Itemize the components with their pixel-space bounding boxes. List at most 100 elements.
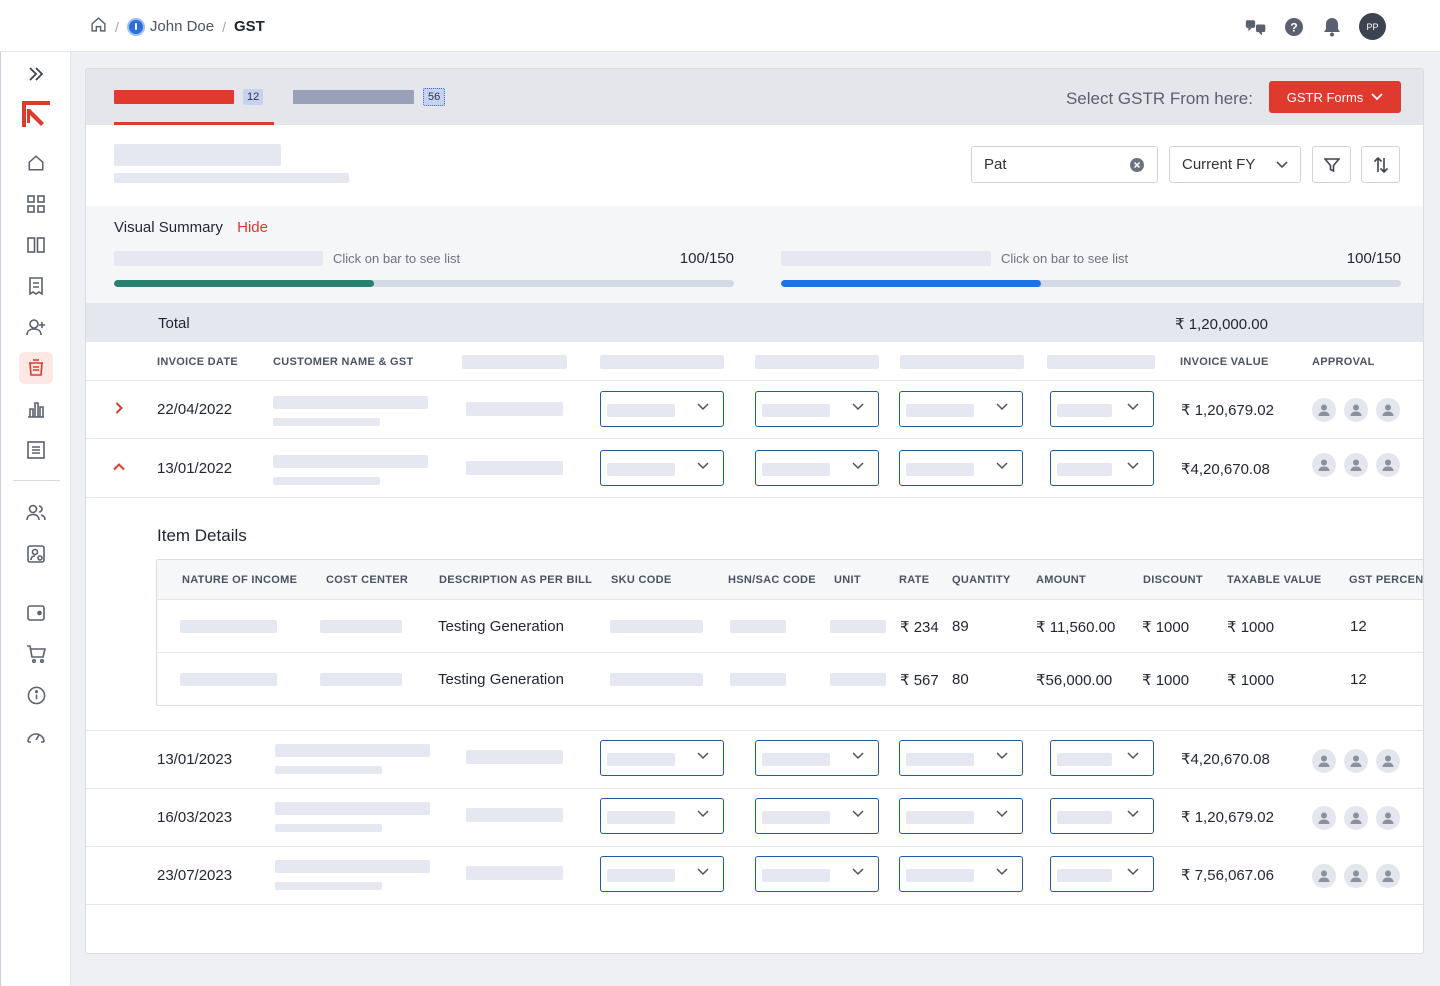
row-dropdown[interactable]: [755, 798, 879, 834]
row-dropdown[interactable]: [1050, 740, 1154, 776]
item-rate: ₹ 567: [900, 672, 939, 689]
dropdown-value-placeholder: [607, 811, 675, 824]
hide-summary-link[interactable]: Hide: [237, 219, 268, 236]
row-dropdown[interactable]: [1050, 391, 1154, 427]
approver-icon[interactable]: [1344, 806, 1368, 830]
cell-placeholder: [730, 673, 786, 686]
feedback-icon[interactable]: [1245, 16, 1267, 38]
expand-sidebar-icon[interactable]: [19, 58, 53, 90]
gst-icon[interactable]: [19, 352, 53, 384]
row-dropdown[interactable]: [755, 391, 879, 427]
row-dropdown[interactable]: [600, 450, 724, 486]
sort-button[interactable]: [1361, 146, 1400, 183]
approver-icon[interactable]: [1376, 864, 1400, 888]
approver-icon[interactable]: [1312, 864, 1336, 888]
tab-badge: 12: [243, 89, 264, 105]
breadcrumb-user[interactable]: John Doe: [150, 18, 214, 35]
bell-icon[interactable]: [1321, 16, 1343, 38]
row-dropdown[interactable]: [1050, 856, 1154, 892]
gstr-forms-button[interactable]: GSTR Forms: [1269, 81, 1401, 113]
table-row[interactable]: 23/07/2023 ₹ 7,56,067.06: [86, 847, 1423, 905]
row-dropdown[interactable]: [899, 450, 1023, 486]
logo-icon[interactable]: [19, 98, 53, 130]
chevron-right-icon[interactable]: [112, 401, 126, 415]
summary-progress-bar[interactable]: [781, 280, 1401, 287]
approver-icon[interactable]: [1312, 453, 1336, 477]
chevron-down-icon: [1276, 160, 1288, 168]
col-sku-code: SKU CODE: [611, 574, 672, 586]
dropdown-value-placeholder: [762, 811, 830, 824]
row-dropdown[interactable]: [600, 740, 724, 776]
col-invoice-date[interactable]: INVOICE DATE: [157, 356, 238, 368]
customer-name-placeholder: [275, 860, 430, 873]
summary-progress-bar[interactable]: [114, 280, 734, 287]
table-row[interactable]: 22/04/2022 ₹ 1,20,679.02: [86, 381, 1423, 439]
row-dropdown[interactable]: [600, 798, 724, 834]
approver-icon[interactable]: [1376, 453, 1400, 477]
approver-icon[interactable]: [1312, 398, 1336, 422]
wallet-icon[interactable]: [19, 597, 53, 629]
approver-icon[interactable]: [1312, 749, 1336, 773]
columns-icon[interactable]: [19, 229, 53, 261]
approver-icon[interactable]: [1344, 453, 1368, 477]
row-dropdown[interactable]: [899, 740, 1023, 776]
approval-avatars: [1312, 453, 1400, 477]
chevron-down-icon: [852, 403, 864, 411]
approver-icon[interactable]: [1376, 398, 1400, 422]
clear-icon[interactable]: [1129, 157, 1145, 173]
user-settings-icon[interactable]: [19, 538, 53, 570]
row-dropdown[interactable]: [755, 450, 879, 486]
fy-select[interactable]: Current FY: [1169, 146, 1301, 183]
col-invoice-value[interactable]: INVOICE VALUE: [1180, 356, 1269, 368]
row-dropdown[interactable]: [755, 856, 879, 892]
col-description: DESCRIPTION AS PER BILL: [439, 574, 593, 586]
dashboard-icon[interactable]: [19, 188, 53, 220]
cart-icon[interactable]: [19, 638, 53, 670]
chevron-down-icon: [697, 462, 709, 470]
approver-icon[interactable]: [1376, 749, 1400, 773]
approver-icon[interactable]: [1376, 806, 1400, 830]
table-row[interactable]: 16/03/2023 ₹ 1,20,679.02: [86, 789, 1423, 847]
customer-gst-placeholder: [275, 824, 382, 832]
row-dropdown[interactable]: [1050, 798, 1154, 834]
home-icon[interactable]: [90, 16, 107, 37]
team-icon[interactable]: [19, 497, 53, 529]
chevron-down-icon: [996, 868, 1008, 876]
chevron-up-icon[interactable]: [112, 460, 126, 474]
row-dropdown[interactable]: [600, 856, 724, 892]
table-row[interactable]: 13/01/2022 ₹4,20,670.08: [86, 440, 1423, 498]
search-input[interactable]: Pat: [971, 146, 1158, 183]
add-user-icon[interactable]: [19, 311, 53, 343]
cell-placeholder: [610, 620, 703, 633]
help-icon[interactable]: ?: [1283, 16, 1305, 38]
col-hsn-sac: HSN/SAC CODE: [728, 574, 816, 586]
dropdown-value-placeholder: [762, 753, 830, 766]
receipt-icon[interactable]: [19, 270, 53, 302]
cell-placeholder: [830, 673, 886, 686]
row-dropdown[interactable]: [899, 798, 1023, 834]
approver-icon[interactable]: [1344, 864, 1368, 888]
row-dropdown[interactable]: [899, 391, 1023, 427]
row-dropdown[interactable]: [755, 740, 879, 776]
reports-icon[interactable]: [19, 393, 53, 425]
chevron-down-icon: [697, 810, 709, 818]
tab-first[interactable]: 12: [114, 69, 275, 125]
row-dropdown[interactable]: [899, 856, 1023, 892]
avatar[interactable]: PP: [1359, 13, 1386, 40]
approver-icon[interactable]: [1344, 398, 1368, 422]
approver-icon[interactable]: [1312, 806, 1336, 830]
tab-second[interactable]: 56: [293, 69, 446, 125]
row-dropdown[interactable]: [600, 391, 724, 427]
list-icon[interactable]: [19, 434, 53, 466]
col-customer[interactable]: CUSTOMER NAME & GST: [273, 356, 414, 368]
cell-placeholder: [466, 808, 563, 822]
approver-icon[interactable]: [1344, 749, 1368, 773]
info-icon[interactable]: [19, 679, 53, 711]
col-approval[interactable]: APPROVAL: [1312, 356, 1375, 368]
item-details: Item Details NATURE OF INCOME COST CENTE…: [86, 499, 1423, 731]
filter-button[interactable]: [1312, 146, 1351, 183]
row-dropdown[interactable]: [1050, 450, 1154, 486]
speedometer-icon[interactable]: [19, 720, 53, 752]
home-icon[interactable]: [19, 147, 53, 179]
table-row[interactable]: 13/01/2023 ₹4,20,670.08: [86, 731, 1423, 789]
